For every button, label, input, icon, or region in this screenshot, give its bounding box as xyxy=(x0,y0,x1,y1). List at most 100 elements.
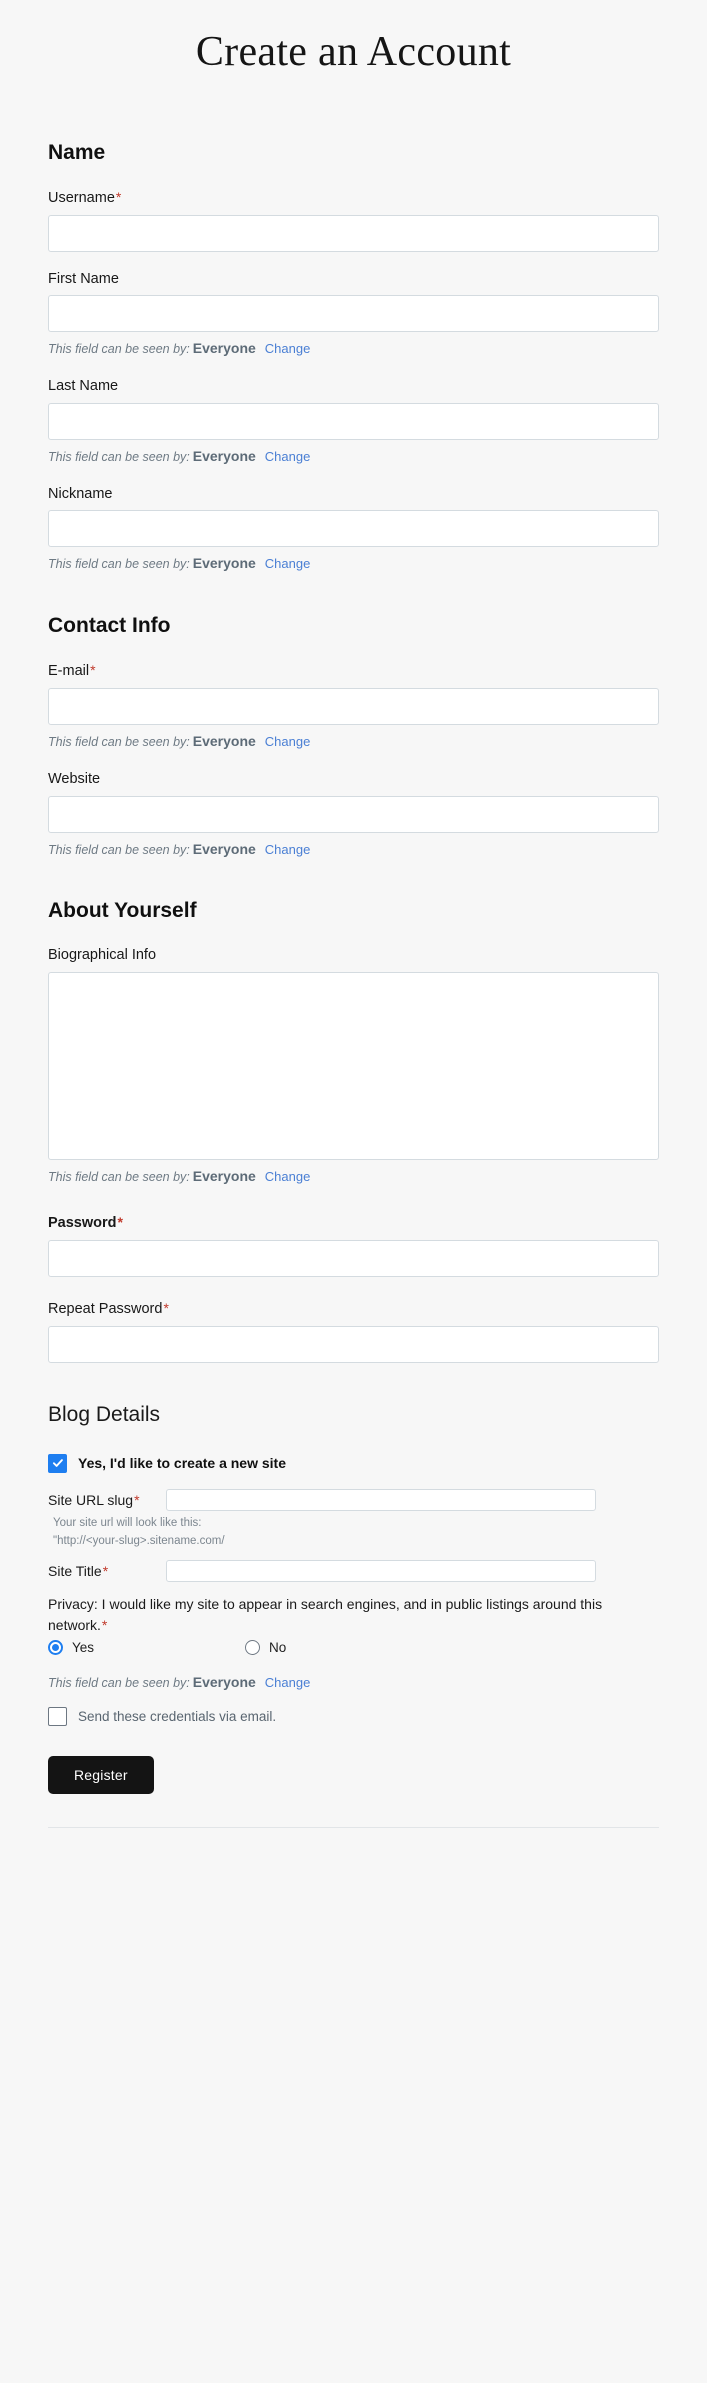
label-username: Username* xyxy=(48,188,659,208)
visibility-level: Everyone xyxy=(192,340,256,357)
visibility-note-last-name: This field can be seen by: Everyone Change xyxy=(48,447,659,467)
site-url-helper-line-1: Your site url will look like this: xyxy=(53,1516,202,1529)
visibility-change-link[interactable]: Change xyxy=(265,1675,311,1690)
visibility-change-link[interactable]: Change xyxy=(265,734,311,749)
field-website: Website This field can be seen by: Everyo… xyxy=(48,770,659,859)
label-first-name: First Name xyxy=(48,270,119,287)
required-marker: * xyxy=(102,1563,109,1580)
privacy-radio-no[interactable] xyxy=(245,1640,261,1656)
last-name-input[interactable] xyxy=(48,402,659,440)
field-site-title: Site Title* xyxy=(48,1560,659,1583)
nickname-input[interactable] xyxy=(48,510,659,548)
visibility-level: Everyone xyxy=(192,555,256,572)
section-heading-blog-details: Blog Details xyxy=(48,1402,161,1426)
required-marker: * xyxy=(163,1299,169,1316)
visibility-change-link[interactable]: Change xyxy=(265,449,311,464)
field-biographical-info: Biographical Info This field can be seen… xyxy=(48,946,659,1186)
required-marker: * xyxy=(134,1491,140,1508)
visibility-change-link[interactable]: Change xyxy=(265,556,311,571)
registration-form: Name Username* First Name This field can… xyxy=(0,139,707,1858)
field-repeat-password: Repeat Password* xyxy=(48,1299,659,1363)
label-site-title: Site Title* xyxy=(48,1562,166,1580)
site-url-helper-text: Your site url will look like this: "http… xyxy=(53,1515,659,1551)
label-site-title-text: Site Title xyxy=(48,1563,102,1580)
label-biographical-info: Biographical Info xyxy=(48,947,157,964)
password-input[interactable] xyxy=(48,1239,659,1277)
label-password: Password* xyxy=(48,1213,659,1233)
create-site-checkbox[interactable] xyxy=(48,1453,67,1473)
privacy-question-text: Privacy: I would like my site to appear … xyxy=(48,1594,608,1636)
visibility-change-link[interactable]: Change xyxy=(265,341,311,356)
visibility-change-link[interactable]: Change xyxy=(265,842,311,857)
site-title-input[interactable] xyxy=(166,1560,596,1583)
send-credentials-checkbox-row[interactable]: Send these credentials via email. xyxy=(48,1707,659,1727)
section-heading-about-yourself: About Yourself xyxy=(48,899,197,923)
section-heading-name: Name xyxy=(48,140,106,164)
visibility-level: Everyone xyxy=(192,733,256,750)
required-marker: * xyxy=(90,662,96,679)
label-email-text: E-mail xyxy=(48,663,90,680)
website-input[interactable] xyxy=(48,795,659,833)
visibility-level: Everyone xyxy=(192,1674,256,1691)
blog-details-block: Yes, I'd like to create a new site Site … xyxy=(48,1453,659,1727)
label-last-name: Last Name xyxy=(48,378,119,395)
biographical-info-textarea[interactable] xyxy=(48,972,659,1161)
label-site-url-slug: Site URL slug* xyxy=(48,1491,166,1509)
label-repeat-password: Repeat Password* xyxy=(48,1299,659,1319)
required-marker: * xyxy=(117,1213,123,1230)
bottom-spacer xyxy=(48,1829,659,1857)
send-credentials-checkbox[interactable] xyxy=(48,1707,67,1727)
label-website: Website xyxy=(48,770,101,787)
repeat-password-input[interactable] xyxy=(48,1325,659,1363)
label-site-url-slug-text: Site URL slug xyxy=(48,1491,134,1508)
visibility-prefix: This field can be seen by: xyxy=(48,557,190,572)
radio-dot-icon xyxy=(52,1644,59,1652)
field-first-name: First Name This field can be seen by: Eve… xyxy=(48,270,659,359)
visibility-change-link[interactable]: Change xyxy=(265,1169,311,1184)
field-last-name: Last Name This field can be seen by: Ever… xyxy=(48,377,659,466)
check-icon xyxy=(52,1459,63,1468)
create-site-checkbox-label: Yes, I'd like to create a new site xyxy=(78,1455,286,1472)
section-heading-contact-info: Contact Info xyxy=(48,613,171,637)
privacy-option-no-label: No xyxy=(269,1640,287,1656)
label-email: E-mail* xyxy=(48,661,659,681)
visibility-note-blog: This field can be seen by: Everyone Change xyxy=(48,1673,659,1693)
privacy-question-label: Privacy: I would like my site to appear … xyxy=(48,1596,603,1634)
visibility-note-bio: This field can be seen by: Everyone Change xyxy=(48,1167,659,1187)
site-url-slug-input[interactable] xyxy=(166,1488,596,1511)
visibility-prefix: This field can be seen by: xyxy=(48,449,190,464)
visibility-note-nickname: This field can be seen by: Everyone Change xyxy=(48,554,659,574)
email-input[interactable] xyxy=(48,688,659,726)
field-nickname: Nickname This field can be seen by: Every… xyxy=(48,485,659,574)
visibility-note-website: This field can be seen by: Everyone Change xyxy=(48,840,659,860)
label-nickname: Nickname xyxy=(48,485,113,502)
field-email: E-mail* This field can be seen by: Everyo… xyxy=(48,661,659,751)
visibility-prefix: This field can be seen by: xyxy=(48,1676,190,1691)
visibility-note-first-name: This field can be seen by: Everyone Change xyxy=(48,339,659,359)
send-credentials-checkbox-label: Send these credentials via email. xyxy=(78,1709,277,1725)
registration-page: Create an Account Name Username* First N… xyxy=(0,0,707,2383)
label-username-text: Username xyxy=(48,189,115,206)
register-button[interactable]: Register xyxy=(48,1756,154,1795)
username-input[interactable] xyxy=(48,214,659,252)
label-repeat-password-text: Repeat Password xyxy=(48,1300,163,1317)
first-name-input[interactable] xyxy=(48,295,659,333)
privacy-option-yes[interactable]: Yes xyxy=(48,1640,95,1656)
privacy-radio-yes[interactable] xyxy=(48,1640,63,1656)
page-title: Create an Account xyxy=(195,29,512,75)
field-site-url-slug: Site URL slug* xyxy=(48,1488,659,1511)
visibility-level: Everyone xyxy=(192,1168,256,1185)
site-url-helper-line-2: "http://<your-slug>.sitename.com/ xyxy=(53,1534,225,1547)
field-username: Username* xyxy=(48,188,659,252)
privacy-option-no[interactable]: No xyxy=(245,1640,287,1656)
field-password: Password* xyxy=(48,1213,659,1277)
create-site-checkbox-row[interactable]: Yes, I'd like to create a new site xyxy=(48,1453,659,1473)
privacy-option-yes-label: Yes xyxy=(72,1640,95,1656)
visibility-prefix: This field can be seen by: xyxy=(48,735,190,750)
submit-area: Register xyxy=(48,1756,659,1795)
required-marker: * xyxy=(115,188,122,205)
visibility-level: Everyone xyxy=(192,840,256,857)
privacy-radio-group: Yes No xyxy=(48,1640,659,1656)
visibility-prefix: This field can be seen by: xyxy=(48,842,190,857)
visibility-prefix: This field can be seen by: xyxy=(48,1170,190,1185)
